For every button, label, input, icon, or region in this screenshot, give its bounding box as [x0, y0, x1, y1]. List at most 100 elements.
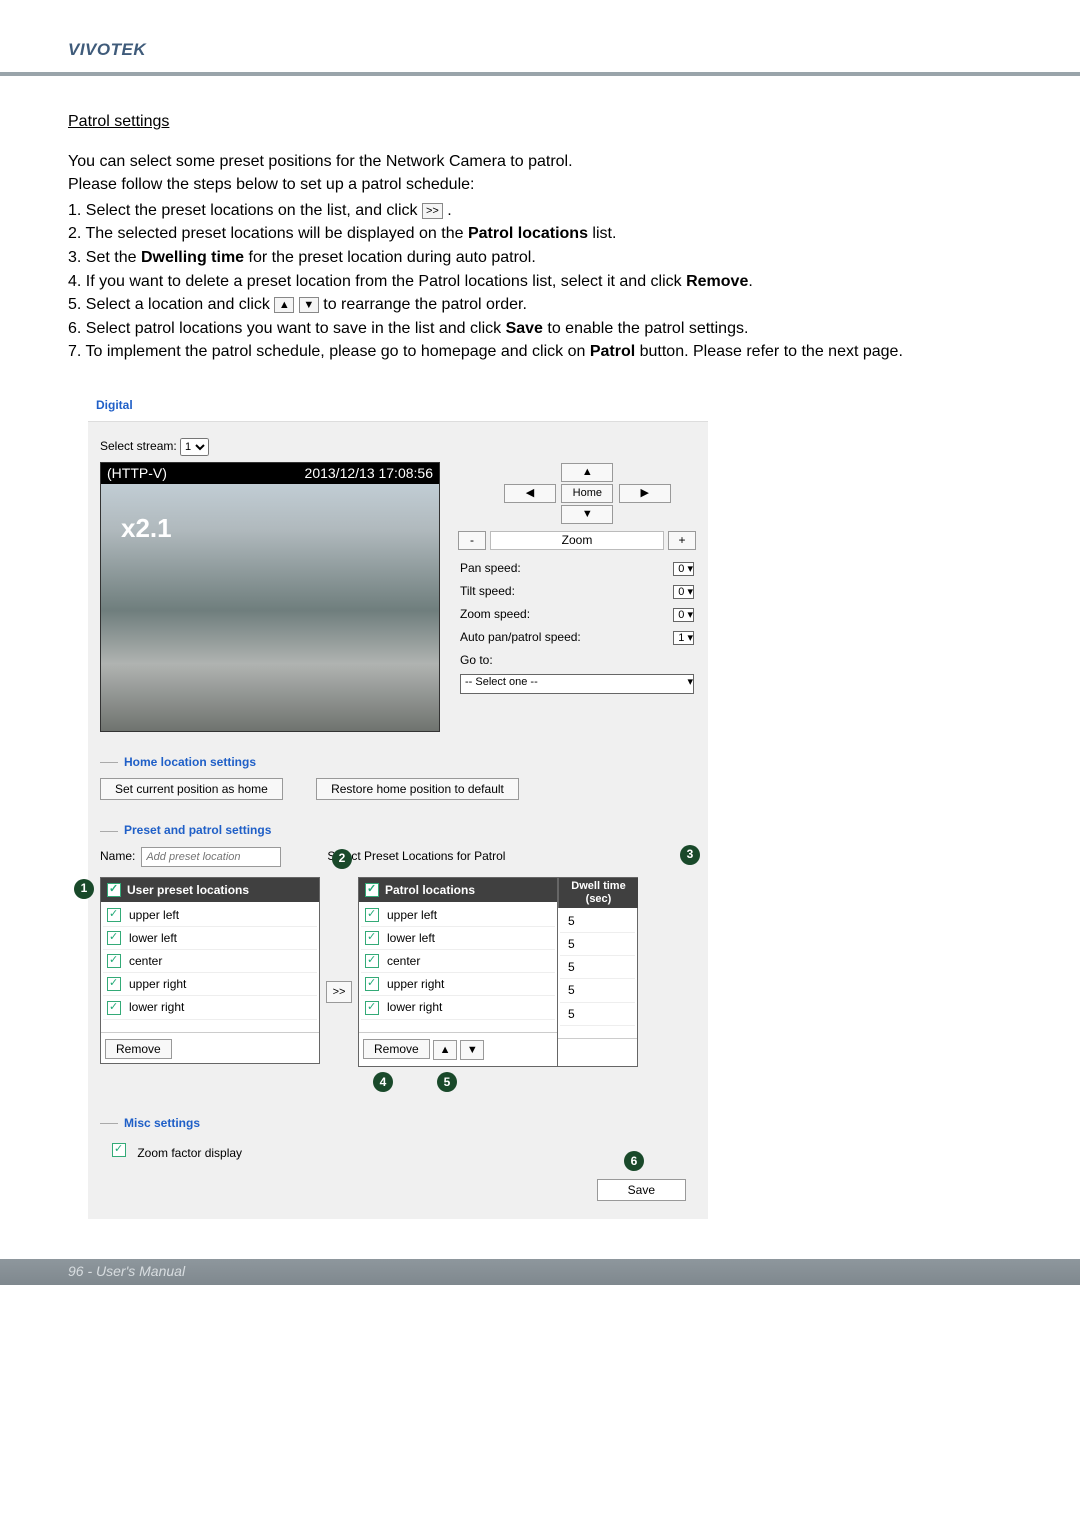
checkbox-icon[interactable] — [107, 977, 121, 991]
auto-speed-select[interactable]: 1 ▾ — [673, 631, 694, 645]
list-item[interactable]: lower right — [361, 996, 555, 1019]
dwell-value[interactable]: 5 — [560, 1003, 635, 1026]
user-preset-list: User preset locations upper leftlower le… — [100, 877, 320, 1064]
page-footer: 96 - User's Manual — [0, 1259, 1080, 1285]
ptz-up-button[interactable]: ▲ — [561, 463, 613, 482]
callout-1: 1 — [74, 879, 94, 899]
dwell-value[interactable]: 5 — [560, 910, 635, 933]
callout-5: 5 — [437, 1072, 457, 1092]
pan-speed-select[interactable]: 0 ▾ — [673, 562, 694, 576]
pan-speed-label: Pan speed: — [460, 558, 658, 579]
intro-line-2: Please follow the steps below to set up … — [68, 174, 1012, 196]
patrol-list: Patrol locations upper leftlower leftcen… — [358, 877, 558, 1067]
list-item[interactable]: upper left — [103, 904, 317, 927]
ptz-right-button[interactable]: ▶ — [619, 484, 671, 503]
zoom-out-button[interactable]: - — [458, 531, 486, 550]
goto-select[interactable]: -- Select one --▾ — [460, 674, 694, 694]
checkbox-icon[interactable] — [365, 1001, 379, 1015]
step-5: 5. Select a location and click ▲ ▼ to re… — [68, 294, 1012, 316]
zoom-factor-label: Zoom factor display — [137, 1146, 242, 1160]
step-1: 1. Select the preset locations on the li… — [68, 200, 1012, 222]
checkbox-icon[interactable] — [107, 908, 121, 922]
dwell-value[interactable]: 5 — [560, 979, 635, 1002]
patrol-remove-button[interactable]: Remove — [363, 1039, 430, 1059]
section-title: Patrol settings — [68, 111, 1012, 133]
select-stream-label: Select stream: — [100, 439, 177, 453]
select-stream-dropdown[interactable]: 1 — [180, 438, 209, 456]
patrol-down-button[interactable]: ▼ — [460, 1040, 484, 1060]
video-preview: (HTTP-V) 2013/12/13 17:08:56 x2.1 — [100, 462, 440, 732]
preset-remove-button[interactable]: Remove — [105, 1039, 172, 1059]
ptz-left-button[interactable]: ◀ — [504, 484, 556, 503]
list-item[interactable]: upper right — [361, 973, 555, 996]
preset-header-label: User preset locations — [127, 882, 249, 898]
transfer-icon: >> — [422, 203, 443, 219]
transfer-button[interactable]: >> — [326, 981, 352, 1003]
select-patrol-label: Select Preset Locations for Patrol — [327, 848, 505, 864]
dwell-header: Dwell time (sec) — [558, 878, 638, 908]
goto-label: Go to: — [460, 650, 694, 670]
ptz-grid: ▲ ◀ Home ▶ ▼ — [503, 462, 672, 525]
preset-patrol-legend: Preset and patrol settings — [100, 822, 696, 838]
up-icon: ▲ — [274, 297, 294, 313]
dwell-value[interactable]: 5 — [560, 933, 635, 956]
patrol-up-button[interactable]: ▲ — [433, 1040, 457, 1060]
name-label: Name: — [100, 848, 135, 864]
select-stream-row: Select stream: 1 — [100, 438, 696, 456]
callout-2: 2 — [332, 849, 352, 869]
list-item[interactable]: lower left — [103, 927, 317, 950]
dwell-column: Dwell time (sec) 55555 — [558, 877, 638, 1067]
checkbox-icon[interactable] — [107, 931, 121, 945]
control-panel: ▲ ◀ Home ▶ ▼ - Zoom + Pan — [458, 462, 696, 698]
dwell-value[interactable]: 5 — [560, 956, 635, 979]
callout-4: 4 — [373, 1072, 393, 1092]
tilt-speed-select[interactable]: 0 ▾ — [673, 585, 694, 599]
zoom-label: Zoom — [490, 531, 664, 550]
step-4: 4. If you want to delete a preset locati… — [68, 271, 1012, 293]
zoom-speed-select[interactable]: 0 ▾ — [673, 608, 694, 622]
embedded-ui: Digital Select stream: 1 (HTTP-V) 2013/1… — [88, 391, 708, 1219]
preset-header-checkbox[interactable] — [107, 883, 121, 897]
checkbox-icon[interactable] — [365, 954, 379, 968]
preset-name-input[interactable] — [141, 847, 281, 867]
down-icon: ▼ — [299, 297, 319, 313]
callout-6: 6 — [624, 1151, 644, 1171]
list-item[interactable]: center — [361, 950, 555, 973]
patrol-header-checkbox[interactable] — [365, 883, 379, 897]
checkbox-icon[interactable] — [107, 1001, 121, 1015]
checkbox-icon[interactable] — [365, 931, 379, 945]
content-area: Patrol settings You can select some pres… — [0, 77, 1080, 1239]
checkbox-icon[interactable] — [107, 954, 121, 968]
patrol-header-label: Patrol locations — [385, 882, 475, 898]
set-home-button[interactable]: Set current position as home — [100, 778, 283, 800]
patrol-list-container: Patrol locations upper leftlower leftcen… — [358, 877, 638, 1067]
misc-legend: Misc settings — [100, 1115, 696, 1131]
digital-tab[interactable]: Digital — [88, 391, 708, 422]
list-item[interactable]: lower right — [103, 996, 317, 1019]
home-location-legend: Home location settings — [100, 754, 696, 770]
step-7: 7. To implement the patrol schedule, ple… — [68, 341, 1012, 363]
zoom-factor-text: x2.1 — [121, 511, 172, 546]
overlay-left: (HTTP-V) — [107, 464, 167, 483]
ptz-home-button[interactable]: Home — [561, 484, 613, 503]
list-item[interactable]: lower left — [361, 927, 555, 950]
brand-logo: VIVOTEK — [68, 40, 146, 59]
steps-list: 1. Select the preset locations on the li… — [68, 200, 1012, 363]
zoom-speed-label: Zoom speed: — [460, 604, 658, 625]
step-3: 3. Set the Dwelling time for the preset … — [68, 247, 1012, 269]
save-button[interactable]: Save — [597, 1179, 686, 1201]
list-item[interactable]: upper right — [103, 973, 317, 996]
list-item[interactable]: center — [103, 950, 317, 973]
ptz-down-button[interactable]: ▼ — [561, 505, 613, 524]
overlay-right: 2013/12/13 17:08:56 — [305, 464, 433, 483]
step-2: 2. The selected preset locations will be… — [68, 223, 1012, 245]
list-item[interactable]: upper left — [361, 904, 555, 927]
zoom-in-button[interactable]: + — [668, 531, 696, 550]
restore-home-button[interactable]: Restore home position to default — [316, 778, 519, 800]
checkbox-icon[interactable] — [365, 977, 379, 991]
zoom-factor-checkbox[interactable] — [112, 1143, 126, 1157]
auto-speed-label: Auto pan/patrol speed: — [460, 627, 658, 648]
tilt-speed-label: Tilt speed: — [460, 581, 658, 602]
checkbox-icon[interactable] — [365, 908, 379, 922]
speed-table: Pan speed: 0 ▾ Tilt speed: 0 ▾ Zoom spee… — [458, 556, 696, 698]
